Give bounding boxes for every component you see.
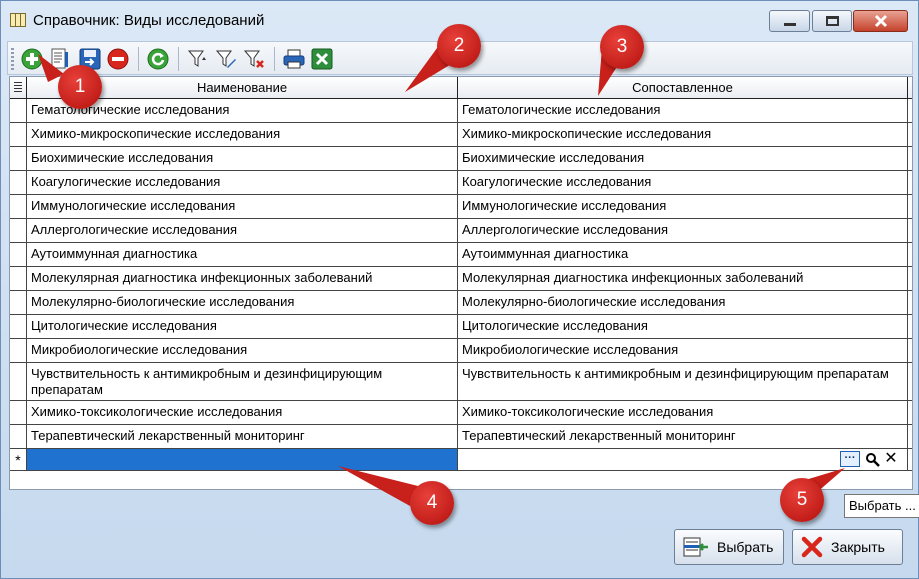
callout-pointer-4 — [338, 466, 418, 506]
callout-5: 5 — [780, 478, 824, 522]
callout-4: 4 — [410, 481, 454, 525]
callout-2: 2 — [437, 24, 481, 68]
callout-1: 1 — [58, 65, 102, 109]
callout-3: 3 — [600, 25, 644, 69]
